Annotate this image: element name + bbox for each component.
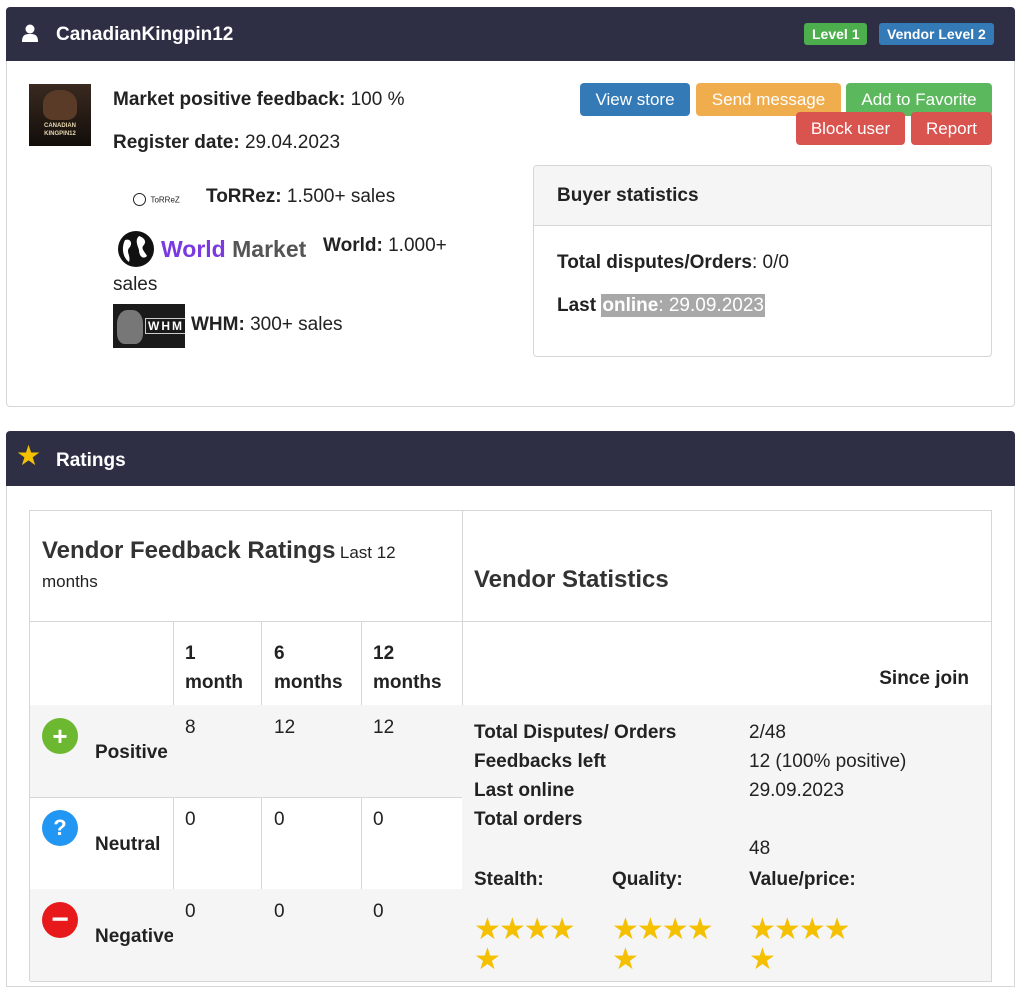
stat-label-feedbacks: Feedbacks left [474, 751, 606, 772]
ratings-header: ★ Ratings [6, 431, 1015, 486]
stat-value-feedbacks: 12 (100% positive) [749, 751, 907, 772]
negative-1m: 0 [173, 889, 262, 982]
avatar[interactable]: CANADIAN KINGPIN12 [29, 84, 91, 146]
buyer-stats-title: Buyer statistics [557, 185, 699, 206]
table-row: − Negative [30, 889, 174, 982]
buyer-stats-box: Buyer statistics Total disputes/Orders: … [533, 165, 992, 357]
torrez-sales: ToRRez: 1.500+ sales [206, 186, 396, 207]
neutral-12m: 0 [361, 797, 463, 890]
whm-sales: WHM: 300+ sales [191, 314, 343, 335]
negative-12m: 0 [361, 889, 463, 982]
buyer-disputes: Total disputes/Orders: 0/0 [557, 252, 789, 273]
question-icon: ? [42, 810, 78, 846]
level-badge: Level 1 [804, 23, 868, 45]
neutral-1m: 0 [173, 797, 262, 890]
neutral-6m: 0 [261, 797, 362, 890]
world-market-logo: World Market [161, 236, 307, 262]
positive-12m: 12 [361, 705, 463, 798]
stat-label-total-orders: Total orders [474, 809, 583, 830]
profile-header: CanadianKingpin12 Level 1 Vendor Level 2 [6, 7, 1015, 61]
stat-label-disputes: Total Disputes/ Orders [474, 722, 677, 743]
row-label-positive: Positive [95, 742, 168, 763]
table-row: + Positive [30, 705, 174, 798]
value-stars: ★★★★ ★ [749, 913, 851, 976]
period-12-months: 12 months [373, 643, 442, 693]
block-user-button[interactable]: Block user [796, 112, 905, 145]
ratings-title: Ratings [56, 450, 126, 471]
feedback-ratings-title: Vendor Feedback Ratings Last 12 months [42, 537, 396, 591]
whm-logo: WHM [113, 304, 185, 348]
ratings-table: Vendor Feedback Ratings Last 12 months V… [29, 510, 992, 982]
vendor-stats-title: Vendor Statistics [474, 566, 669, 593]
positive-6m: 12 [261, 705, 362, 798]
username: CanadianKingpin12 [56, 24, 234, 45]
value-price-label: Value/price: [749, 869, 856, 890]
vendor-stats-body: Total Disputes/ Orders 2/48 Feedbacks le… [462, 705, 992, 982]
stat-value-last-online: 29.09.2023 [749, 780, 845, 801]
stat-value-disputes: 2/48 [749, 722, 786, 743]
stealth-label: Stealth: [474, 869, 544, 890]
star-icon: ★ [16, 440, 42, 471]
stat-value-total-orders: 48 [749, 838, 771, 859]
feedback-line: Market positive feedback: 100 % [113, 89, 405, 110]
quality-stars: ★★★★ ★ [612, 913, 714, 976]
minus-icon: − [42, 902, 78, 938]
world-sales-wrap: sales [113, 274, 158, 295]
table-row: ? Neutral [30, 797, 174, 890]
positive-1m: 8 [173, 705, 262, 798]
view-store-button[interactable]: View store [580, 83, 690, 116]
since-join-label: Since join [879, 668, 969, 689]
negative-6m: 0 [261, 889, 362, 982]
globe-icon [118, 231, 154, 267]
period-1-month: 1 month [185, 643, 244, 693]
stealth-stars: ★★★★ ★ [474, 913, 576, 976]
plus-icon: + [42, 718, 78, 754]
stat-label-last-online: Last online [474, 780, 575, 801]
period-6-months: 6 months [274, 643, 343, 693]
user-icon [22, 24, 38, 42]
row-label-negative: Negative [95, 926, 175, 947]
report-button[interactable]: Report [911, 112, 992, 145]
register-line: Register date: 29.04.2023 [113, 132, 341, 153]
vendor-level-badge: Vendor Level 2 [879, 23, 994, 45]
buyer-last-online: Last online: 29.09.2023 [557, 294, 765, 317]
torrez-logo: ToRReZ [133, 191, 180, 209]
world-sales: World: 1.000+ [323, 235, 447, 256]
row-label-neutral: Neutral [95, 834, 161, 855]
quality-label: Quality: [612, 869, 683, 890]
